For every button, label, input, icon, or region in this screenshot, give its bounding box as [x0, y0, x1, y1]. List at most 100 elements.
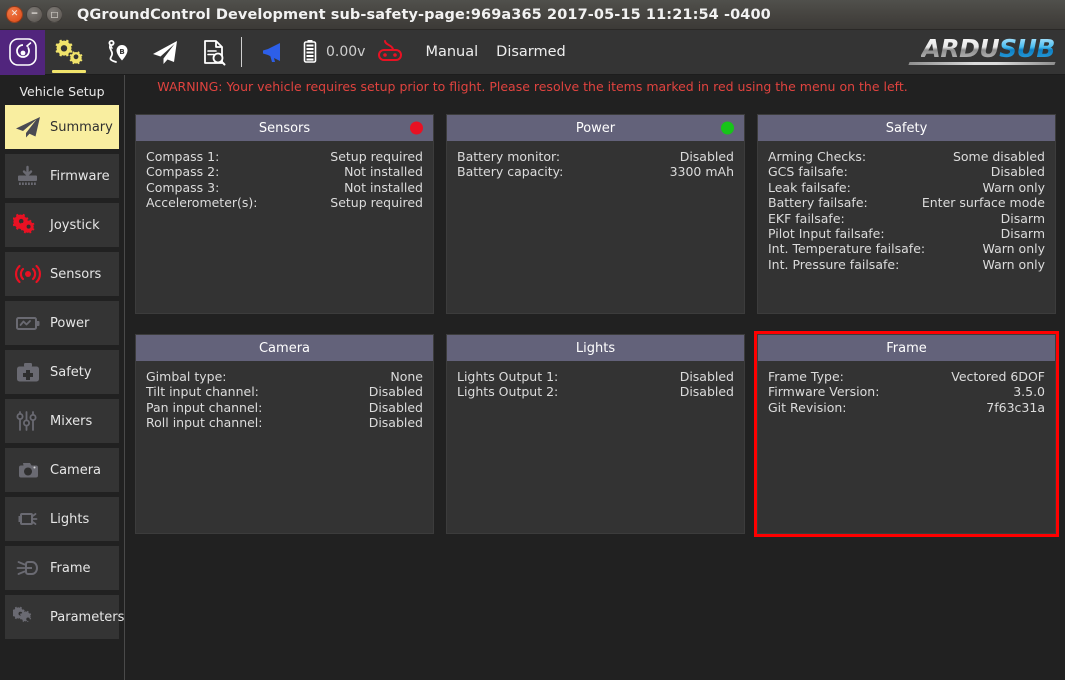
row-value: 3300 mAh — [669, 164, 734, 180]
row-key: EKF failsafe: — [768, 210, 845, 226]
joystick-icon[interactable] — [373, 30, 407, 75]
close-glyph: ✕ — [10, 9, 19, 19]
panel-header-frame: Frame — [758, 335, 1055, 361]
row-value: Disabled — [679, 369, 734, 384]
analyze-document-icon[interactable] — [189, 30, 237, 75]
sensors-waves-icon — [13, 260, 43, 288]
table-row: Int. Pressure failsafe: Warn only — [768, 257, 1045, 272]
close-icon[interactable]: ✕ — [6, 6, 23, 23]
minimize-icon[interactable]: − — [26, 6, 43, 23]
row-value: Disabled — [368, 415, 423, 431]
table-row: GCS failsafe: Disabled — [768, 164, 1045, 179]
row-value: Setup required — [330, 195, 423, 211]
row-value: Enter surface mode — [921, 195, 1045, 211]
arm-state-label[interactable]: Disarmed — [496, 44, 566, 60]
row-value: Warn only — [982, 241, 1045, 257]
panel-title: Frame — [886, 340, 927, 356]
status-badge — [721, 121, 734, 135]
sidebar-item-parameters[interactable]: Parameters — [5, 595, 124, 639]
sidebar-item-firmware[interactable]: Firmware — [5, 154, 119, 198]
row-value: None — [390, 369, 423, 384]
row-key: Pan input channel: — [146, 399, 263, 415]
panel-header-sensors: Sensors — [136, 115, 433, 141]
panel-body-safety: Arming Checks: Some disabled GCS failsafe… — [758, 141, 1055, 272]
panel-safety: Safety Arming Checks: Some disabled GCS f… — [757, 114, 1056, 314]
sidebar-item-label: Sensors — [50, 266, 102, 282]
panel-title: Safety — [885, 120, 928, 136]
maximize-icon[interactable]: □ — [46, 6, 63, 23]
sidebar-item-summary[interactable]: Summary — [5, 105, 119, 149]
qgc-app-icon[interactable] — [0, 29, 45, 75]
row-value: Disarm — [1000, 226, 1045, 242]
sidebar-item-sensors[interactable]: Sensors — [5, 252, 119, 296]
panel-header-safety: Safety — [758, 115, 1055, 141]
row-value: Not installed — [344, 179, 423, 195]
flight-mode-label[interactable]: Manual — [425, 44, 478, 60]
sidebar-item-label: Frame — [50, 560, 91, 576]
messages-indicator[interactable] — [250, 30, 298, 75]
panel-body-camera: Gimbal type: None Tilt input channel: Disa… — [136, 361, 433, 431]
table-row: Lights Output 2: Disabled — [457, 384, 734, 399]
sidebar-item-label: Mixers — [50, 413, 93, 429]
panel-power: Power Battery monitor: Disabled Battery c… — [446, 114, 745, 314]
parameters-gears-icon — [13, 603, 43, 631]
battery-power-icon — [13, 309, 43, 337]
table-row: Accelerometer(s): Setup required — [146, 195, 423, 210]
row-key: Gimbal type: — [146, 369, 227, 384]
row-key: Lights Output 1: — [457, 369, 559, 384]
table-row: Compass 3: Not installed — [146, 180, 423, 195]
minimize-glyph: − — [30, 9, 39, 19]
panel-body-frame: Frame Type: Vectored 6DOF Firmware Versio… — [758, 361, 1055, 415]
battery-indicator[interactable]: 0.00v — [298, 30, 365, 75]
joystick-indicator[interactable] — [373, 30, 407, 75]
sidebar-item-label: Firmware — [50, 168, 110, 184]
sidebar-item-camera[interactable]: Camera — [5, 448, 119, 492]
row-value: Disabled — [679, 149, 734, 164]
setup-gears-icon[interactable] — [45, 30, 93, 75]
logo-ardu-text: ARDU — [921, 34, 1000, 63]
panel-frame: Frame Frame Type: Vectored 6DOF Firmware … — [754, 331, 1059, 537]
table-row: Arming Checks: Some disabled — [768, 149, 1045, 164]
row-value: Some disabled — [952, 149, 1045, 164]
row-key: GCS failsafe: — [768, 164, 848, 180]
sidebar-item-label: Summary — [50, 119, 113, 135]
sidebar-item-mixers[interactable]: Mixers — [5, 399, 119, 443]
megaphone-icon[interactable] — [250, 30, 298, 75]
row-key: Git Revision: — [768, 399, 847, 415]
svg-text:B: B — [119, 48, 124, 56]
row-value: Vectored 6DOF — [951, 369, 1045, 384]
panel-lights: Lights Lights Output 1: Disabled Lights O… — [446, 334, 745, 534]
main-toolbar: B 0.00v Manual Disarmed ARDUSUB — [0, 29, 1065, 75]
sidebar-item-label: Safety — [50, 364, 92, 380]
window-titlebar: ✕ − □ QGroundControl Development sub-saf… — [0, 0, 1065, 30]
row-key: Lights Output 2: — [457, 384, 559, 400]
sidebar-item-frame[interactable]: Frame — [5, 546, 119, 590]
table-row: Gimbal type: None — [146, 369, 423, 384]
battery-icon — [298, 30, 322, 75]
panel-title: Power — [575, 120, 616, 136]
row-value: Warn only — [982, 179, 1045, 195]
paper-plane-icon — [13, 113, 43, 141]
panel-body-sensors: Compass 1: Setup required Compass 2: Not i… — [136, 141, 433, 211]
sidebar-item-joystick[interactable]: Joystick — [5, 203, 119, 247]
plan-waypoints-icon[interactable]: B — [93, 30, 141, 75]
sidebar-item-safety[interactable]: Safety — [5, 350, 119, 394]
logo-underline — [908, 62, 1056, 65]
sidebar-item-label: Joystick — [50, 217, 100, 233]
camera-icon — [13, 456, 43, 484]
sidebar-item-lights[interactable]: Lights — [5, 497, 119, 541]
sidebar-item-label: Power — [50, 315, 90, 331]
sidebar-item-label: Lights — [50, 511, 90, 527]
battery-voltage-value: 0.00v — [326, 44, 366, 60]
row-value: Disabled — [990, 164, 1045, 180]
frame-thruster-icon — [13, 554, 43, 582]
row-value: Disabled — [368, 384, 423, 400]
ardusub-logo: ARDUSUB — [908, 34, 1056, 65]
sidebar-title: Vehicle Setup — [19, 84, 105, 99]
firmware-chip-icon — [13, 162, 43, 190]
vehicle-setup-sidebar: Vehicle Setup Summary Firmware Joystick … — [0, 75, 125, 680]
sidebar-item-power[interactable]: Power — [5, 301, 119, 345]
row-key: Arming Checks: — [768, 149, 867, 164]
panel-body-lights: Lights Output 1: Disabled Lights Output 2… — [447, 361, 744, 400]
fly-paper-plane-icon[interactable] — [141, 30, 189, 75]
